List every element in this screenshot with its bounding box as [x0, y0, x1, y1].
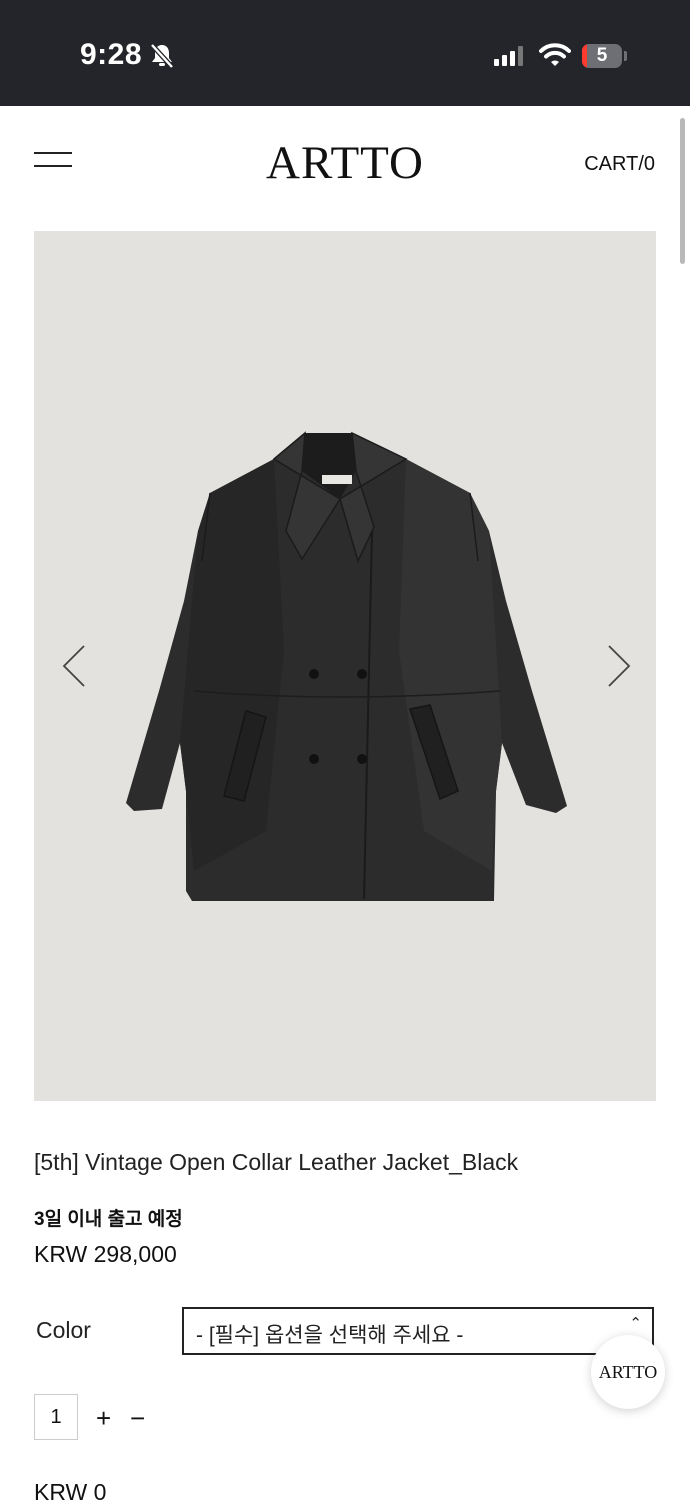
- color-option-select[interactable]: - [필수] 옵션을 선택해 주세요 - ⌃⌄: [182, 1307, 654, 1355]
- floating-brand-button[interactable]: ARTTO: [591, 1335, 665, 1409]
- option-selected-value: - [필수] 옵션을 선택해 주세요 -: [196, 1324, 464, 1347]
- bell-off-icon: [150, 43, 174, 69]
- color-option-label: Color: [36, 1317, 91, 1343]
- product-image: [34, 231, 656, 1101]
- chevron-left-icon[interactable]: [60, 643, 90, 689]
- total-price: KRW 0: [34, 1479, 107, 1505]
- cart-link[interactable]: CART/0: [584, 153, 655, 176]
- quantity-plus-button[interactable]: +: [96, 1403, 111, 1434]
- status-bar: 9:28 5: [0, 0, 690, 106]
- cellular-signal-icon: [494, 46, 523, 66]
- product-name: [5th] Vintage Open Collar Leather Jacket…: [34, 1149, 519, 1175]
- wifi-icon: [539, 43, 571, 66]
- product-price: KRW 298,000: [34, 1241, 177, 1267]
- chevron-right-icon[interactable]: [603, 643, 633, 689]
- scrollbar[interactable]: [680, 118, 685, 264]
- shipping-note: 3일 이내 출고 예정: [34, 1209, 183, 1230]
- battery-icon: 5: [582, 44, 622, 68]
- status-time: 9:28: [80, 38, 143, 71]
- quantity-input[interactable]: 1: [34, 1394, 78, 1440]
- battery-percent: 5: [596, 45, 608, 66]
- quantity-minus-button[interactable]: −: [130, 1403, 145, 1434]
- jacket-photo: [126, 431, 567, 901]
